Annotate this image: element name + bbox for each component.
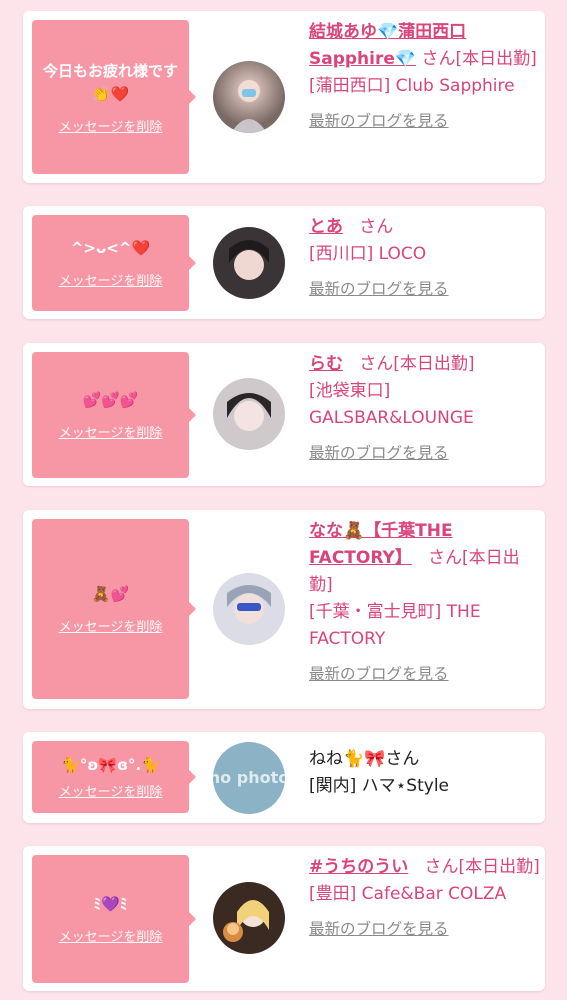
message-card: 💕💕💕 メッセージを削除 らむ さん[本日出勤] [池袋東口] GALSBAR&… <box>23 343 545 486</box>
cast-name-link[interactable]: らむ <box>309 354 343 374</box>
cast-name-link[interactable]: とあ <box>309 217 343 237</box>
message-bubble: 🐈°ʚ🎀ɞ°.🐈 メッセージを削除 <box>32 741 196 813</box>
cast-status: さん[本日出勤] <box>359 354 475 374</box>
delete-message-link[interactable]: メッセージを削除 <box>59 116 163 135</box>
message-text: 🧸💕 <box>91 585 130 603</box>
cast-name-link[interactable]: #うちのうい <box>309 857 408 877</box>
cast-status: さん <box>359 217 394 237</box>
avatar[interactable] <box>213 61 285 133</box>
message-bubble: ﾐ💜ﾐ メッセージを削除 <box>32 855 196 983</box>
message-card: 🧸💕 メッセージを削除 なな🧸【千葉THE FACTORY】 さん[本日出勤] … <box>23 510 545 709</box>
avatar[interactable] <box>213 227 285 299</box>
avatar-photo <box>213 882 285 954</box>
message-card: ^>ᴗ<^❤️ メッセージを削除 とあ さん [西川口] LOCO 最新のブログ… <box>23 206 545 319</box>
message-card: ﾐ💜ﾐ メッセージを削除 #うちのうい さん[本日出勤] [豊田] Cafe&B… <box>23 846 545 991</box>
avatar-photo <box>213 378 285 450</box>
message-text: ^>ᴗ<^❤️ <box>70 239 151 257</box>
avatar-photo <box>213 227 285 299</box>
avatar[interactable]: no photo <box>213 742 285 814</box>
cast-info: なな🧸【千葉THE FACTORY】 さん[本日出勤] [千葉・富士見町] TH… <box>309 518 541 688</box>
avatar-photo <box>213 573 285 645</box>
no-photo-label: no photo <box>213 768 285 787</box>
blog-link[interactable]: 最新のブログを見る <box>309 276 449 303</box>
delete-message-link[interactable]: メッセージを削除 <box>59 926 163 945</box>
blog-link[interactable]: 最新のブログを見る <box>309 440 449 467</box>
message-bubble: 今日もお疲れ様です👏❤️ メッセージを削除 <box>32 20 196 174</box>
blog-link[interactable]: 最新のブログを見る <box>309 661 449 688</box>
cast-info: 結城あゆ💎蒲田西口Sapphire💎 さん[本日出勤] [蒲田西口] Club … <box>309 19 541 135</box>
blog-link[interactable]: 最新のブログを見る <box>309 916 449 943</box>
delete-message-link[interactable]: メッセージを削除 <box>59 422 163 441</box>
avatar[interactable] <box>213 573 285 645</box>
avatar-photo <box>213 61 285 133</box>
message-bubble: 🧸💕 メッセージを削除 <box>32 519 196 699</box>
cast-info: とあ さん [西川口] LOCO 最新のブログを見る <box>309 214 541 303</box>
shop-name: [西川口] LOCO <box>309 244 427 264</box>
delete-message-link[interactable]: メッセージを削除 <box>59 270 163 289</box>
delete-message-link[interactable]: メッセージを削除 <box>59 616 163 635</box>
shop-name: [池袋東口] GALSBAR&LOUNGE <box>309 381 474 428</box>
shop-name: [関内] ハマ⋆Style <box>309 776 450 796</box>
message-bubble: 💕💕💕 メッセージを削除 <box>32 352 196 478</box>
shop-name: [蒲田西口] Club Sapphire <box>309 76 515 96</box>
shop-name: [千葉・富士見町] THE FACTORY <box>309 602 481 649</box>
message-bubble: ^>ᴗ<^❤️ メッセージを削除 <box>32 215 196 311</box>
cast-status: さん[本日出勤] <box>424 857 540 877</box>
message-text: 🐈°ʚ🎀ɞ°.🐈 <box>61 756 160 774</box>
cast-info: ねね🐈🎀さん [関内] ハマ⋆Style <box>309 746 541 800</box>
shop-name: [豊田] Cafe&Bar COLZA <box>309 884 507 904</box>
message-text: ﾐ💜ﾐ <box>93 895 128 913</box>
cast-info: #うちのうい さん[本日出勤] [豊田] Cafe&Bar COLZA 最新のブ… <box>309 854 541 943</box>
cast-name: ねね🐈🎀さん <box>309 749 420 769</box>
cast-status: さん[本日出勤] <box>421 49 537 69</box>
message-list: 今日もお疲れ様です👏❤️ メッセージを削除 結城あゆ💎蒲田西口Sapphire💎… <box>0 0 567 1000</box>
delete-message-link[interactable]: メッセージを削除 <box>59 781 163 800</box>
message-text: 今日もお疲れ様です👏❤️ <box>42 61 178 103</box>
blog-link[interactable]: 最新のブログを見る <box>309 108 449 135</box>
message-card: 今日もお疲れ様です👏❤️ メッセージを削除 結城あゆ💎蒲田西口Sapphire💎… <box>23 11 545 183</box>
avatar[interactable] <box>213 378 285 450</box>
message-card: 🐈°ʚ🎀ɞ°.🐈 メッセージを削除 no photo ねね🐈🎀さん [関内] ハ… <box>23 732 545 823</box>
cast-info: らむ さん[本日出勤] [池袋東口] GALSBAR&LOUNGE 最新のブログ… <box>309 351 541 467</box>
message-text: 💕💕💕 <box>82 391 139 409</box>
avatar[interactable] <box>213 882 285 954</box>
